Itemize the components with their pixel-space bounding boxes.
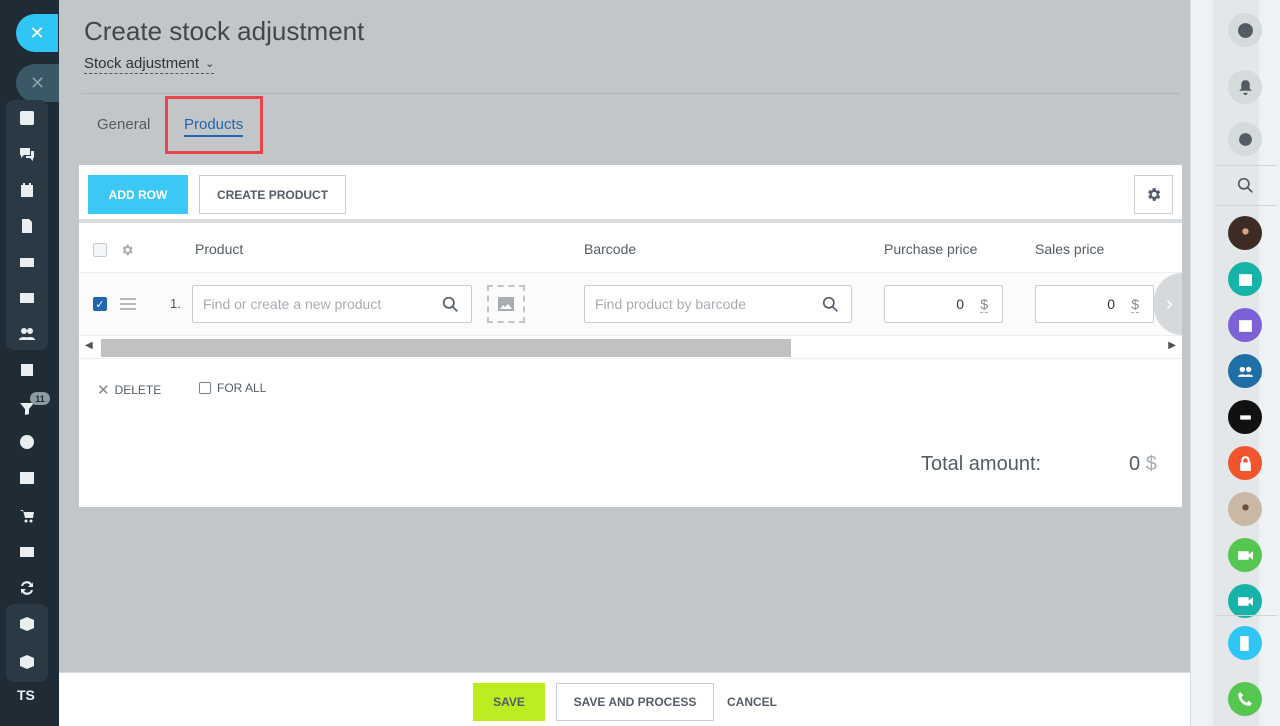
row-checkbox[interactable]: ✓ (93, 297, 107, 311)
feed-icon[interactable] (17, 108, 37, 128)
messenger-icon[interactable] (1228, 122, 1262, 156)
inventory-box-icon[interactable] (17, 614, 37, 634)
barcode-search-input[interactable] (585, 286, 851, 322)
calendar-chat-icon[interactable] (1228, 262, 1262, 296)
calendar-icon[interactable] (17, 180, 37, 200)
column-header-product: Product (195, 241, 244, 257)
drive-icon[interactable] (17, 252, 37, 272)
scrollbar-thumb[interactable] (101, 339, 791, 357)
mail-icon[interactable] (17, 288, 37, 308)
product-image-placeholder[interactable] (487, 285, 525, 323)
scroll-right-button[interactable]: › (1154, 273, 1182, 335)
help-icon[interactable] (1228, 13, 1262, 47)
group-chat-icon[interactable] (1228, 354, 1262, 388)
user-avatar-2[interactable] (1228, 492, 1262, 526)
notifications-bell-icon[interactable] (1228, 70, 1262, 104)
for-all-checkbox[interactable] (199, 382, 211, 394)
close-slider-button[interactable]: ✕ (16, 14, 58, 52)
chevron-right-icon: › (1154, 273, 1182, 335)
scroll-left-arrow-icon[interactable]: ◀ (85, 340, 93, 351)
column-header-purchase-price: Purchase price (884, 241, 978, 257)
total-amount-value: 0 $ (1129, 453, 1157, 476)
barcode-search-field[interactable] (584, 285, 852, 323)
groups-icon[interactable] (17, 324, 37, 344)
gear-icon (1148, 188, 1161, 201)
table-settings-button[interactable] (1134, 175, 1173, 214)
purchase-price-value[interactable]: 0 (956, 296, 964, 312)
purchase-currency-selector[interactable]: $ (980, 296, 988, 313)
total-amount-currency: $ (1145, 453, 1157, 475)
chevron-down-icon: ⌄ (205, 58, 215, 70)
for-all-label: FOR ALL (217, 381, 267, 395)
page-title: Create stock adjustment (84, 16, 365, 46)
right-sidebar (1190, 0, 1280, 726)
document-icon[interactable] (17, 216, 37, 236)
row-number: 1. (170, 296, 181, 311)
product-search-input[interactable] (193, 286, 471, 322)
document-type-selector[interactable]: Stock adjustment ⌄ (84, 55, 215, 74)
delete-x-icon[interactable]: ✕ (97, 381, 110, 399)
shop-cart-icon[interactable] (17, 506, 37, 526)
company-logo-avatar[interactable] (1228, 400, 1262, 434)
horizontal-scrollbar[interactable]: ◀ ▶ (79, 335, 1182, 359)
scroll-right-arrow-icon[interactable]: ▶ (1168, 340, 1176, 351)
header-divider (81, 93, 1180, 94)
column-header-sales-price: Sales price (1035, 241, 1105, 257)
select-all-checkbox[interactable] (93, 243, 107, 257)
lock-icon[interactable] (1228, 446, 1262, 480)
column-settings-gear-icon[interactable] (120, 243, 134, 257)
funnel-count-badge: 11 (30, 392, 50, 405)
search-icon[interactable] (1228, 168, 1262, 202)
left-sidebar: ✕ ✕ 11 TS (0, 0, 59, 726)
save-and-process-button[interactable]: SAVE AND PROCESS (556, 683, 714, 721)
user-avatar-1[interactable] (1228, 216, 1262, 250)
tab-general[interactable]: General (97, 116, 150, 133)
main-panel: Create stock adjustment Stock adjustment… (59, 0, 1190, 726)
chat-icon[interactable] (17, 144, 37, 164)
search-icon[interactable] (442, 296, 459, 313)
sites-icon[interactable] (17, 468, 37, 488)
add-row-button[interactable]: ADD ROW (88, 175, 188, 214)
automation-icon[interactable] (17, 578, 37, 598)
purchase-price-field[interactable]: 0 $ (884, 285, 1003, 323)
total-amount-label: Total amount: (921, 453, 1042, 475)
contact-center-icon[interactable] (17, 542, 37, 562)
phone-icon[interactable] (1228, 682, 1262, 716)
drag-handle-icon[interactable] (120, 298, 136, 310)
products-card: ADD ROW CREATE PRODUCT Product Barcode P… (79, 165, 1182, 507)
video-call-icon[interactable] (1228, 538, 1262, 572)
document-type-label: Stock adjustment (84, 55, 200, 72)
inventory-box-2-icon[interactable] (17, 652, 37, 672)
sales-price-value[interactable]: 0 (1107, 296, 1115, 312)
search-icon[interactable] (822, 296, 839, 313)
video-call-2-icon[interactable] (1228, 584, 1262, 618)
sales-currency-selector[interactable]: $ (1131, 296, 1139, 313)
tasks-icon[interactable] (17, 360, 37, 380)
save-button[interactable]: SAVE (473, 683, 545, 721)
row-actions: ✕ DELETE FOR ALL (97, 381, 266, 399)
total-amount-number: 0 (1129, 453, 1141, 475)
sales-price-field[interactable]: 0 $ (1035, 285, 1154, 323)
screen-share-icon[interactable] (1228, 626, 1262, 660)
column-header-barcode: Barcode (584, 241, 637, 257)
right-divider-2 (1217, 205, 1277, 206)
create-product-button[interactable]: CREATE PRODUCT (199, 175, 346, 214)
cancel-button[interactable]: CANCEL (727, 683, 777, 721)
delete-button[interactable]: DELETE (115, 383, 162, 397)
right-divider-3 (1217, 615, 1277, 616)
calendar-chat-2-icon[interactable] (1228, 308, 1262, 342)
form-footer: SAVE SAVE AND PROCESS CANCEL (59, 672, 1190, 726)
close-slider-secondary-button[interactable]: ✕ (16, 64, 59, 102)
table-row: ✓ 1. 0 $ 0 $ (79, 273, 1182, 335)
image-icon (498, 297, 514, 311)
for-all-option[interactable]: FOR ALL (199, 381, 266, 395)
target-icon[interactable] (17, 432, 37, 452)
tab-highlight-frame (165, 96, 263, 154)
table-header: Product Barcode Purchase price Sales pri… (79, 227, 1182, 273)
user-initials[interactable]: TS (17, 687, 35, 703)
right-divider-1 (1217, 165, 1277, 166)
products-toolbar: ADD ROW CREATE PRODUCT (79, 165, 1182, 223)
product-search-field[interactable] (192, 285, 472, 323)
